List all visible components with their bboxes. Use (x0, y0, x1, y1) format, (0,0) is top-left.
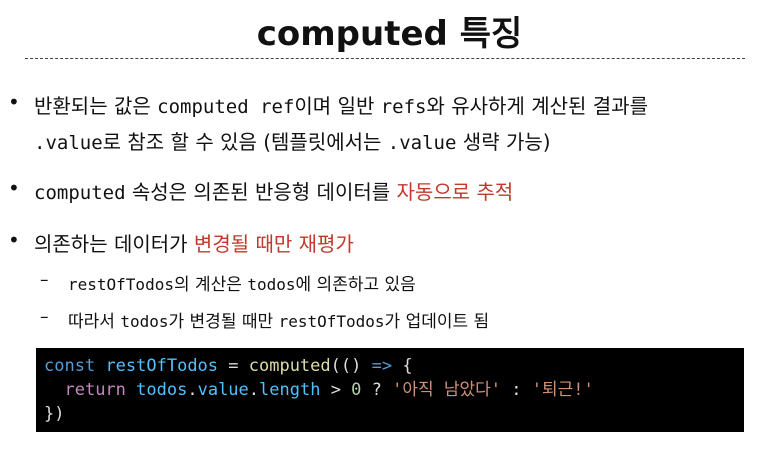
code-line-2: return todos.value.length > 0 ? '아직 남았다'… (44, 378, 736, 402)
text-segment: 와 유사하게 계산된 결과를 (426, 94, 648, 118)
code-token: const (44, 356, 96, 376)
code-token: : (501, 380, 532, 400)
sub-bullet-text: 따라서 todos가 변경될 때만 restOfTodos가 업데이트 됨 (68, 307, 489, 332)
text-segment: 의 계산은 (173, 275, 248, 295)
text-segment: 가 업데이트 됨 (384, 312, 490, 332)
text-segment: 속성은 의존된 반응형 데이터를 (125, 180, 397, 204)
code-inline: .value (34, 132, 103, 154)
highlight-text: 자동으로 추적 (396, 180, 514, 204)
code-line-1: const restOfTodos = computed(() => { (44, 354, 736, 378)
code-inline: .value (387, 132, 457, 154)
code-inline: restOfTodos (278, 312, 385, 331)
code-token: value (197, 380, 249, 400)
text-segment: 생략 가능) (456, 130, 551, 154)
code-token: = (218, 356, 249, 376)
bullet-text: computed 속성은 의존된 반응형 데이터를 자동으로 추적 (34, 176, 513, 205)
highlight-text: 변경될 때만 재평가 (193, 232, 354, 256)
code-token: => (371, 356, 393, 376)
code-token: return (64, 380, 126, 400)
text-segment: 의존하는 데이터가 (34, 232, 194, 256)
text-segment: 반환되는 값은 (34, 94, 158, 118)
bullet-icon: • (8, 90, 20, 114)
sub-bullet-text: restOfTodos의 계산은 todos에 의존하고 있음 (68, 270, 416, 295)
code-token: . (187, 380, 198, 400)
code-token: > (320, 380, 352, 400)
text-segment: 가 변경될 때만 (168, 312, 279, 332)
code-token: ? (361, 380, 393, 400)
text-segment: 에 의존하고 있음 (295, 275, 416, 295)
code-token: { (392, 356, 413, 376)
code-token: restOfTodos (105, 356, 219, 376)
code-block: const restOfTodos = computed(() => { ret… (36, 348, 744, 432)
text-segment: 따라서 (68, 312, 121, 332)
code-token: length (259, 380, 321, 400)
bullet-icon: • (8, 228, 20, 252)
code-inline: computed ref (157, 96, 295, 118)
bullet-text: 반환되는 값은 computed ref이며 일반 refs와 유사하게 계산된… (34, 90, 648, 119)
code-token: todos (136, 380, 188, 400)
bullet-icon: • (8, 176, 20, 200)
divider (25, 58, 745, 59)
code-token: 0 (351, 380, 362, 400)
text-segment: 이며 일반 (294, 94, 381, 118)
code-token: '퇴근!' (531, 380, 594, 400)
bullet-text: 의존하는 데이터가 변경될 때만 재평가 (34, 228, 354, 257)
code-inline: todos (120, 312, 169, 331)
dash-icon: – (40, 270, 49, 290)
code-line-3: }) (44, 404, 65, 424)
code-token: . (248, 380, 260, 400)
code-inline: refs (380, 96, 427, 118)
text-segment: 로 참조 할 수 있음 (템플릿에서는 (102, 130, 388, 154)
code-token: computed (248, 356, 331, 376)
dash-icon: – (40, 307, 49, 327)
code-token: (() (330, 356, 372, 376)
code-inline: computed (34, 182, 126, 204)
code-inline: restOfTodos (68, 275, 174, 294)
slide-title: computed 특징 (256, 14, 523, 54)
bullet-text: .value로 참조 할 수 있음 (템플릿에서는 .value 생략 가능) (34, 126, 551, 155)
code-inline: todos (247, 275, 296, 294)
code-token: '아직 남았다' (392, 380, 502, 400)
